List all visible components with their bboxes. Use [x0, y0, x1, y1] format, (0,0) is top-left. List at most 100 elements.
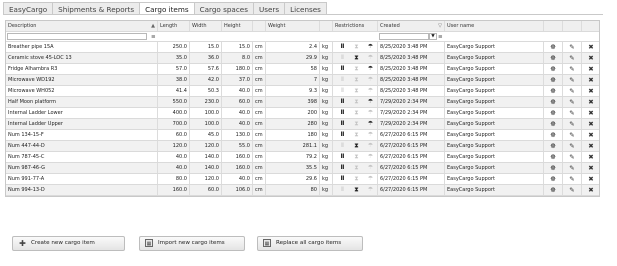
table-row[interactable]: Fridge Alhambra R3 57.0 57.6 180.0 cm 58 kg Ⅱ ⧗ ☂…: [6, 64, 599, 75]
tilt-icon: ⧗: [354, 175, 359, 182]
view-3d-icon[interactable]: ☸: [545, 75, 561, 85]
row-action-cell: ✎: [563, 64, 582, 74]
row-action-cell: ✎: [563, 141, 582, 151]
delete-x-icon[interactable]: ✖: [583, 53, 599, 63]
user-name-cell: EasyCargo Support: [445, 141, 544, 151]
view-3d-icon[interactable]: ☸: [545, 141, 561, 151]
edit-pencil-icon[interactable]: ✎: [564, 130, 580, 140]
table-row[interactable]: Breather pipe 15A 250.0 15.0 15.0 cm 2.4 kg Ⅱ ⧗ ☂…: [6, 42, 599, 53]
delete-x-icon[interactable]: ✖: [583, 108, 599, 118]
edit-pencil-icon[interactable]: ✎: [564, 75, 580, 85]
tilt-icon: ⧗: [354, 142, 359, 149]
edit-pencil-icon[interactable]: ✎: [564, 141, 580, 151]
length-cell: 160.0: [158, 185, 190, 195]
table-row[interactable]: Num 134-15-F 60.0 45.0 130.0 cm 180 kg Ⅱ ⧗ ☂ 6/27/…: [6, 130, 599, 141]
delete-x-icon[interactable]: ✖: [583, 64, 599, 74]
table-row[interactable]: Num 987-46-G 40.0 140.0 160.0 cm 35.5 kg Ⅱ ⧗ ☂ 6/2…: [6, 163, 599, 174]
delete-x-icon[interactable]: ✖: [583, 97, 599, 107]
weight-unit-cell: kg: [320, 185, 333, 195]
edit-pencil-icon[interactable]: ✎: [564, 97, 580, 107]
column-header-user-name[interactable]: User name: [445, 21, 544, 31]
delete-x-icon[interactable]: ✖: [583, 130, 599, 140]
created-filter-clear-icon[interactable]: ≡: [438, 32, 443, 42]
delete-x-icon[interactable]: ✖: [583, 42, 599, 52]
column-header-description[interactable]: Description ▲: [6, 21, 158, 31]
column-header-created[interactable]: Created ▽: [378, 21, 445, 31]
delete-x-icon[interactable]: ✖: [583, 152, 599, 162]
table-row[interactable]: Microwave WH052 41.4 50.3 40.0 cm 9.3 kg Ⅱ ⧗ ☂ 8/2…: [6, 86, 599, 97]
row-action-cell: ✖: [582, 152, 600, 162]
description-cell: Ceramic stove 45-LOC 13: [6, 53, 158, 63]
view-3d-icon[interactable]: ☸: [545, 42, 561, 52]
edit-pencil-icon[interactable]: ✎: [564, 42, 580, 52]
weight-cell: 200: [266, 108, 320, 118]
row-action-cell: ☸: [544, 152, 563, 162]
created-cell: 6/27/2020 6:15 PM: [378, 185, 445, 195]
delete-x-icon[interactable]: ✖: [583, 119, 599, 129]
table-row[interactable]: Num 991-77-A 80.0 120.0 40.0 cm 29.6 kg Ⅱ ⧗ ☂ 6/27…: [6, 174, 599, 185]
delete-x-icon[interactable]: ✖: [583, 174, 599, 184]
table-row[interactable]: Num 447-44-D 120.0 120.0 55.0 cm 281.1 kg Ⅱ ⧗ ☂ 6/…: [6, 141, 599, 152]
edit-pencil-icon[interactable]: ✎: [564, 185, 580, 195]
row-action-cell: ☸: [544, 185, 563, 195]
height-cell: 106.0: [222, 185, 253, 195]
filter-indicator-icon[interactable]: ▽: [438, 21, 442, 31]
table-row[interactable]: Internal Ladder Lower 400.0 100.0 40.0 cm 200…: [6, 108, 599, 119]
edit-pencil-icon[interactable]: ✎: [564, 53, 580, 63]
column-header-restrictions[interactable]: Restrictions: [333, 21, 378, 31]
fragile-icon: ☂: [367, 164, 374, 171]
delete-x-icon[interactable]: ✖: [583, 86, 599, 96]
weight-cell: 29.6: [266, 174, 320, 184]
view-3d-icon[interactable]: ☸: [545, 108, 561, 118]
description-cell: Microwave WH052: [6, 86, 158, 96]
view-3d-icon[interactable]: ☸: [545, 64, 561, 74]
create-cargo-item-button[interactable]: ✚ Create new cargo item: [12, 236, 125, 251]
table-row[interactable]: Num 994-13-D 160.0 60.0 106.0 cm 80 kg Ⅱ ⧗ ☂ 6/27/…: [6, 185, 599, 196]
table-row[interactable]: Num 787-45-C 40.0 140.0 160.0 cm 79.2 kg Ⅱ ⧗ ☂ 6/2…: [6, 152, 599, 163]
edit-pencil-icon[interactable]: ✎: [564, 64, 580, 74]
row-action-cell: ✎: [563, 119, 582, 129]
description-cell: Internal Ladder Upper: [6, 119, 158, 129]
view-3d-icon[interactable]: ☸: [545, 97, 561, 107]
restrictions-cell: Ⅱ ⧗ ☂: [333, 108, 378, 118]
created-cell: 6/27/2020 6:15 PM: [378, 141, 445, 151]
view-3d-icon[interactable]: ☸: [545, 185, 561, 195]
column-header-length[interactable]: Length: [158, 21, 190, 31]
edit-pencil-icon[interactable]: ✎: [564, 108, 580, 118]
created-filter-input[interactable]: [379, 33, 429, 40]
table-row[interactable]: Half Moon platform 550.0 230.0 60.0 cm 398 kg Ⅱ…: [6, 97, 599, 108]
edit-pencil-icon[interactable]: ✎: [564, 163, 580, 173]
edit-pencil-icon[interactable]: ✎: [564, 152, 580, 162]
column-header-weight[interactable]: Weight: [266, 21, 320, 31]
created-filter-dropdown-icon[interactable]: ▼: [429, 33, 437, 40]
table-row[interactable]: Microwave WD192 38.0 42.0 37.0 cm 7 kg Ⅱ ⧗ ☂ 8/25/…: [6, 75, 599, 86]
view-3d-icon[interactable]: ☸: [545, 86, 561, 96]
view-3d-icon[interactable]: ☸: [545, 163, 561, 173]
description-filter-clear-icon[interactable]: ≡: [151, 32, 156, 42]
row-action-cell: ✖: [582, 53, 600, 63]
delete-x-icon[interactable]: ✖: [583, 75, 599, 85]
delete-x-icon[interactable]: ✖: [583, 141, 599, 151]
delete-x-icon[interactable]: ✖: [583, 163, 599, 173]
description-cell: Num 447-44-D: [6, 141, 158, 151]
view-3d-icon[interactable]: ☸: [545, 119, 561, 129]
view-3d-icon[interactable]: ☸: [545, 152, 561, 162]
view-3d-icon[interactable]: ☸: [545, 130, 561, 140]
description-filter-input[interactable]: [7, 33, 147, 40]
edit-pencil-icon[interactable]: ✎: [564, 119, 580, 129]
table-row[interactable]: Ceramic stove 45-LOC 13 35.0 36.0 8.0 cm 29.9…: [6, 53, 599, 64]
delete-x-icon[interactable]: ✖: [583, 185, 599, 195]
replace-cargo-items-button[interactable]: ▦ Replace all cargo items: [257, 236, 363, 251]
dimension-unit-cell: cm: [253, 108, 266, 118]
edit-pencil-icon[interactable]: ✎: [564, 86, 580, 96]
column-header-width[interactable]: Width: [190, 21, 222, 31]
table-row[interactable]: Internal Ladder Upper 700.0 100.0 40.0 cm 280…: [6, 119, 599, 130]
view-3d-icon[interactable]: ☸: [545, 174, 561, 184]
import-cargo-items-button[interactable]: ▦ Import new cargo items: [139, 236, 245, 251]
tilt-icon: ⧗: [354, 76, 359, 83]
fragile-icon: ☂: [367, 186, 374, 193]
length-cell: 80.0: [158, 174, 190, 184]
edit-pencil-icon[interactable]: ✎: [564, 174, 580, 184]
view-3d-icon[interactable]: ☸: [545, 53, 561, 63]
column-header-height[interactable]: Height: [222, 21, 253, 31]
